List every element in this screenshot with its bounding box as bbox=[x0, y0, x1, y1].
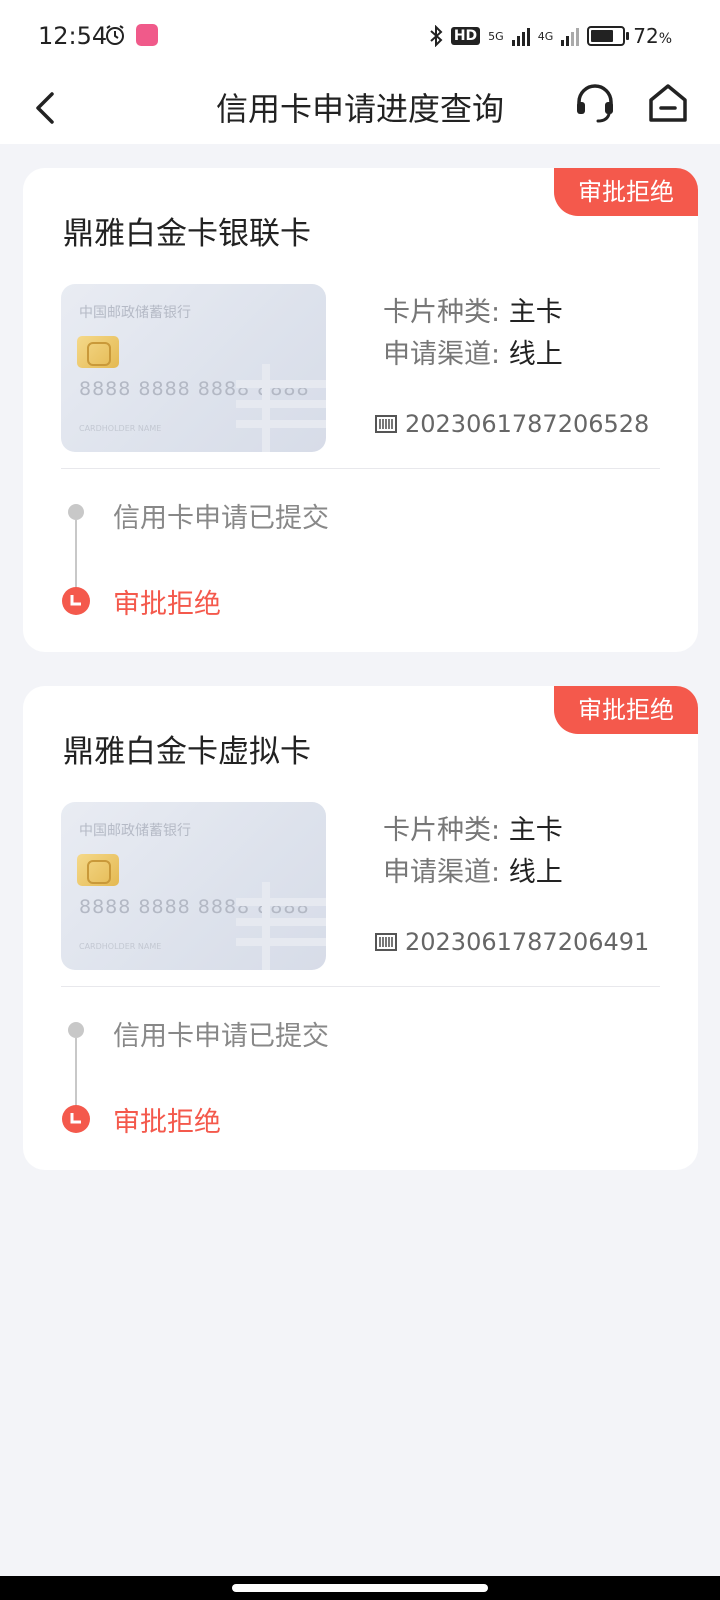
card-type-value: 主卡 bbox=[508, 815, 563, 846]
application-number-row: 2023061787206528 bbox=[375, 410, 649, 438]
status-right-group: HD 5G 4G 72% bbox=[429, 22, 672, 50]
card-type-label: 卡片种类: bbox=[383, 815, 501, 846]
card-chip-icon bbox=[77, 854, 119, 886]
channel-row: 申请渠道: 线上 bbox=[383, 332, 563, 371]
card-type-row: 卡片种类: 主卡 bbox=[383, 290, 563, 329]
status-badge: 审批拒绝 bbox=[554, 686, 698, 734]
card-image: 中国邮政储蓄银行 8888 8888 8888 8888 CARDHOLDER … bbox=[61, 802, 326, 970]
timeline-step-rejected: 审批拒绝 bbox=[113, 589, 221, 620]
timeline-step-submitted: 信用卡申请已提交 bbox=[113, 503, 329, 534]
card-type-row: 卡片种类: 主卡 bbox=[383, 808, 563, 847]
divider bbox=[61, 468, 660, 469]
nav-bar: 信用卡申请进度查询 bbox=[0, 72, 720, 144]
bluetooth-icon bbox=[430, 25, 443, 47]
channel-row: 申请渠道: 线上 bbox=[383, 850, 563, 889]
card-image-bank-name: 中国邮政储蓄银行 bbox=[79, 305, 191, 321]
card-logo-watermark-icon bbox=[236, 882, 326, 970]
channel-value: 线上 bbox=[508, 339, 563, 370]
divider bbox=[61, 986, 660, 987]
application-card[interactable]: 审批拒绝 鼎雅白金卡银联卡 中国邮政储蓄银行 8888 8888 8888 88… bbox=[23, 168, 698, 652]
signal-5g-icon bbox=[511, 26, 530, 46]
network-5g-label: 5G bbox=[488, 29, 504, 43]
home-gesture-handle[interactable] bbox=[232, 1584, 488, 1592]
application-number: 2023061787206491 bbox=[405, 928, 650, 956]
channel-label: 申请渠道: bbox=[383, 339, 501, 370]
battery-percent: 72% bbox=[633, 24, 672, 48]
barcode-icon bbox=[375, 933, 397, 951]
signal-4g-icon bbox=[561, 26, 580, 46]
network-4g-label: 4G bbox=[537, 29, 554, 43]
card-image-holder: CARDHOLDER NAME bbox=[79, 424, 162, 433]
card-image: 中国邮政储蓄银行 8888 8888 8888 8888 CARDHOLDER … bbox=[61, 284, 326, 452]
hd-badge: HD bbox=[450, 27, 481, 45]
card-product-name: 鼎雅白金卡虚拟卡 bbox=[63, 734, 311, 770]
timeline-clock-icon bbox=[62, 1105, 90, 1133]
application-number-row: 2023061787206491 bbox=[375, 928, 649, 956]
timeline-step-rejected: 审批拒绝 bbox=[113, 1107, 221, 1138]
status-bar: 12:54 HD 5G 4G 72% bbox=[0, 0, 720, 72]
card-image-holder: CARDHOLDER NAME bbox=[79, 942, 162, 951]
channel-label: 申请渠道: bbox=[383, 857, 501, 888]
card-logo-watermark-icon bbox=[236, 364, 326, 452]
card-image-bank-name: 中国邮政储蓄银行 bbox=[79, 823, 191, 839]
barcode-icon bbox=[375, 415, 397, 433]
alarm-icon bbox=[106, 25, 124, 45]
card-type-label: 卡片种类: bbox=[383, 297, 501, 328]
timeline-step-submitted: 信用卡申请已提交 bbox=[113, 1021, 329, 1052]
application-card[interactable]: 审批拒绝 鼎雅白金卡虚拟卡 中国邮政储蓄银行 8888 8888 8888 88… bbox=[23, 686, 698, 1170]
app-notification-icon bbox=[136, 24, 158, 46]
card-type-value: 主卡 bbox=[508, 297, 563, 328]
timeline-line bbox=[75, 1038, 77, 1108]
status-badge: 审批拒绝 bbox=[554, 168, 698, 216]
customer-service-icon[interactable] bbox=[572, 80, 618, 126]
application-number: 2023061787206528 bbox=[405, 410, 650, 438]
status-time: 12:54 bbox=[38, 22, 108, 50]
timeline-dot bbox=[68, 1022, 84, 1038]
timeline-clock-icon bbox=[62, 587, 90, 615]
timeline-line bbox=[75, 520, 77, 590]
channel-value: 线上 bbox=[508, 857, 563, 888]
home-icon[interactable] bbox=[645, 80, 691, 126]
battery-icon bbox=[587, 26, 630, 46]
card-chip-icon bbox=[77, 336, 119, 368]
card-product-name: 鼎雅白金卡银联卡 bbox=[63, 216, 311, 252]
timeline-dot bbox=[68, 504, 84, 520]
